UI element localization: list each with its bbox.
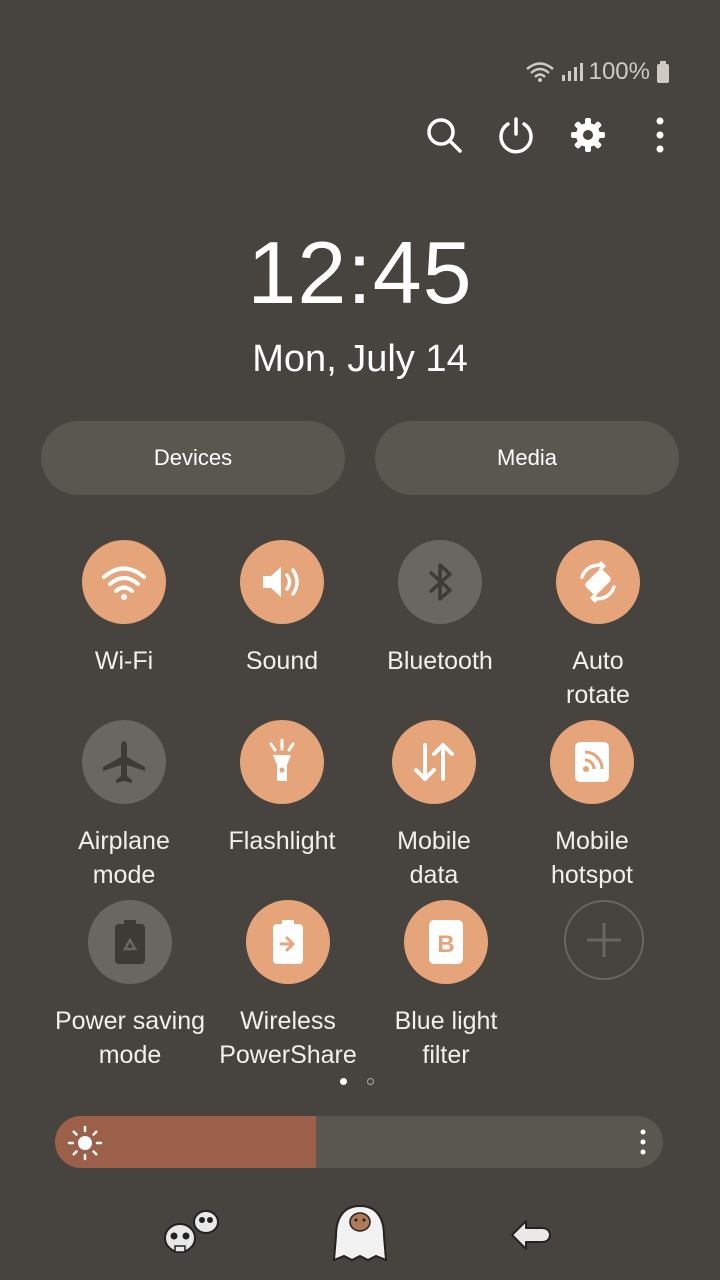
bluetooth-icon [428,563,452,601]
battery-icon [657,61,669,83]
add-tile-button[interactable] [564,900,644,980]
flashlight-icon [269,738,295,781]
tile-wireless-powershare[interactable]: Wireless PowerShare [203,900,373,1072]
rotate-icon [580,560,616,604]
tile-auto-rotate-toggle[interactable] [556,540,640,624]
more-options-button[interactable] [640,112,680,158]
mobile-data-icon [414,743,454,781]
page-dot[interactable] [367,1078,374,1085]
sun-icon [67,1125,103,1161]
tile-blue-light-toggle[interactable]: B [404,900,488,984]
tile-label: Wi-Fi [94,647,154,675]
airplane-icon [103,741,145,783]
clock-time[interactable]: 12:45 [0,222,720,324]
tile-label: Wireless PowerShare [219,1007,357,1069]
skulls-sticker-icon[interactable] [160,1206,224,1262]
tile-wifi[interactable]: Wi-Fi [39,540,209,678]
tile-label: Mobile data [397,827,471,889]
tile-power-saving[interactable]: Power saving mode [45,900,215,1072]
volume-icon [263,567,299,597]
status-bar: 100% [525,58,670,86]
battery-percentage: 100% [588,58,650,85]
tile-hotspot-toggle[interactable] [550,720,634,804]
capybara-ghost-icon[interactable] [332,1202,388,1264]
tile-powershare-toggle[interactable] [246,900,330,984]
battery-saver-icon [115,920,145,964]
tile-label: Airplane mode [78,827,170,889]
blue-light-icon: B [429,920,463,964]
tile-label: Bluetooth [387,647,493,675]
wifi-icon [102,566,146,600]
tile-sound-toggle[interactable] [240,540,324,624]
tile-flashlight-toggle[interactable] [240,720,324,804]
tile-label: Sound [245,647,319,675]
tile-flashlight[interactable]: Flashlight [197,720,367,858]
svg-text:B: B [437,931,454,958]
tile-bluetooth[interactable]: Bluetooth [355,540,525,678]
tile-mobile-data[interactable]: Mobile data [349,720,519,892]
tile-power-saving-toggle[interactable] [88,900,172,984]
toolbar [424,112,680,158]
tile-airplane-mode[interactable]: Airplane mode [39,720,209,892]
tile-label: Flashlight [228,827,336,855]
power-button[interactable] [496,112,536,158]
tile-label: Auto rotate [566,647,630,709]
search-icon [427,118,462,153]
back-arrow-icon[interactable] [508,1216,552,1254]
search-button[interactable] [424,112,464,158]
tile-blue-light-filter[interactable]: B Blue light filter [361,900,531,1072]
powershare-icon [273,920,303,964]
clock-date[interactable]: Mon, July 14 [0,338,720,381]
settings-button[interactable] [568,112,608,158]
tile-mobile-hotspot[interactable]: Mobile hotspot [507,720,677,892]
power-icon [499,117,533,154]
tile-label: Blue light filter [394,1007,498,1069]
tile-bluetooth-toggle[interactable] [398,540,482,624]
hotspot-icon [575,742,609,782]
more-vert-icon[interactable] [639,1129,647,1155]
media-button[interactable]: Media [375,421,679,495]
add-icon [587,923,621,957]
settings-gear-icon [571,118,605,152]
tile-label: Power saving mode [54,1007,206,1069]
wifi-icon [525,62,554,82]
bottom-nav [0,1200,720,1270]
signal-icon [561,63,583,81]
tile-label: Mobile hotspot [550,827,633,889]
tile-wifi-toggle[interactable] [82,540,166,624]
tile-mobile-data-toggle[interactable] [392,720,476,804]
page-indicator [340,1078,374,1085]
devices-button[interactable]: Devices [41,421,345,495]
tile-sound[interactable]: Sound [197,540,367,678]
tile-add[interactable] [519,900,689,980]
more-vert-icon [656,117,664,153]
tile-auto-rotate[interactable]: Auto rotate [513,540,683,712]
brightness-slider[interactable] [55,1116,663,1168]
page-dot-active[interactable] [340,1078,347,1085]
tile-airplane-toggle[interactable] [82,720,166,804]
